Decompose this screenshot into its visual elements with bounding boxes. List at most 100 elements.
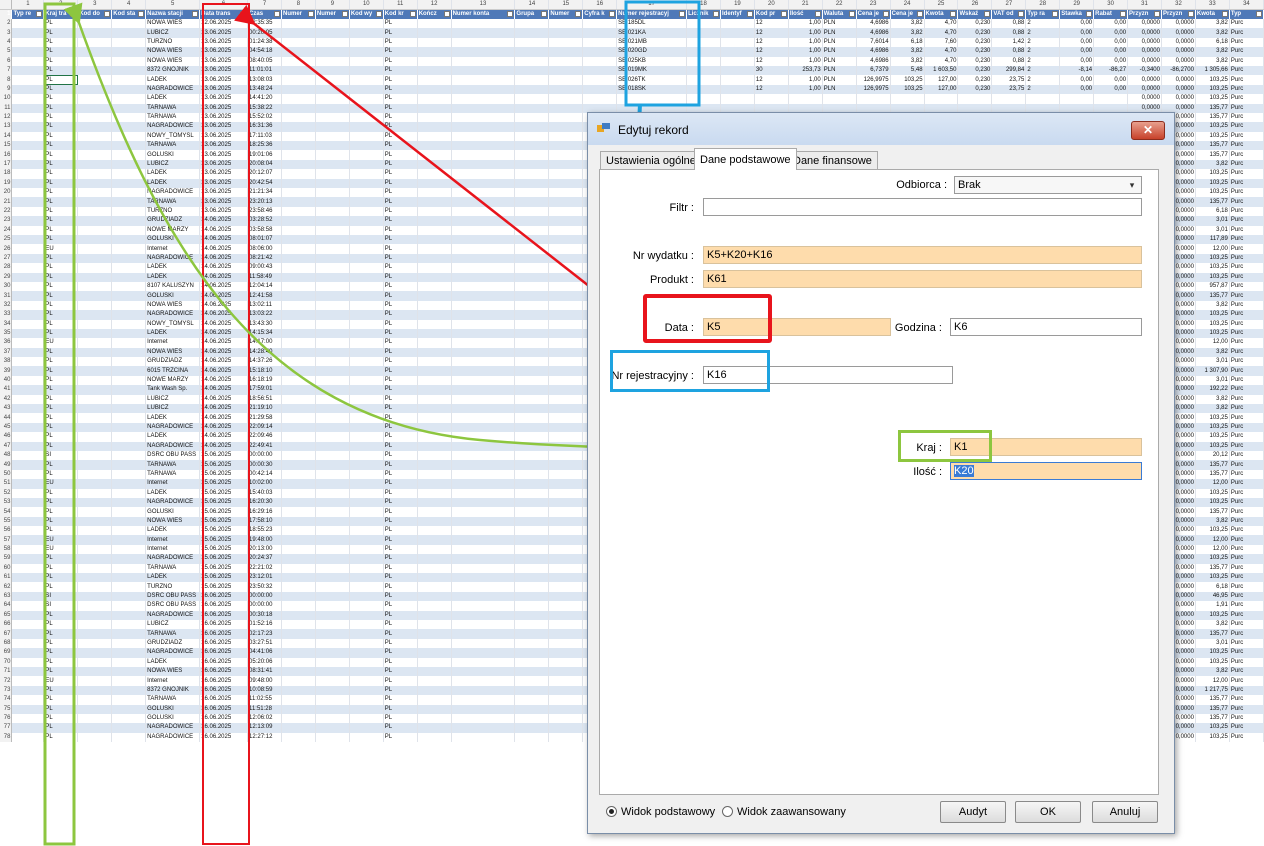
table-cell[interactable]	[77, 319, 113, 329]
table-cell[interactable]	[315, 84, 350, 95]
table-cell[interactable]: 13.06.2025	[199, 37, 249, 48]
table-cell[interactable]	[417, 620, 452, 630]
table-cell[interactable]	[281, 629, 316, 639]
table-cell[interactable]: PL	[43, 103, 79, 113]
table-cell[interactable]	[417, 723, 452, 733]
table-cell[interactable]: 12:41:58	[247, 291, 282, 301]
filter-dropdown-icon[interactable]	[984, 11, 991, 17]
table-cell[interactable]	[315, 582, 350, 592]
table-cell[interactable]	[349, 460, 384, 470]
table-cell[interactable]: PL	[383, 216, 418, 226]
table-cell[interactable]: 4,70	[924, 47, 959, 57]
table-cell[interactable]	[77, 28, 113, 38]
table-cell[interactable]	[281, 169, 316, 179]
table-cell[interactable]: 14.06.2025	[199, 422, 249, 433]
table-cell[interactable]	[315, 131, 350, 142]
table-cell[interactable]	[77, 432, 113, 442]
table-cell[interactable]: 0,00	[1059, 84, 1095, 95]
column-number[interactable]: 20	[754, 0, 789, 10]
table-cell[interactable]: 1,00	[788, 28, 823, 38]
table-cell[interactable]	[514, 535, 550, 545]
table-cell[interactable]	[582, 19, 618, 29]
table-cell[interactable]	[451, 526, 516, 536]
table-cell[interactable]	[514, 385, 550, 395]
table-cell[interactable]	[11, 253, 45, 264]
filter-dropdown-icon[interactable]	[70, 11, 77, 17]
table-cell[interactable]: 14.06.2025	[199, 300, 249, 311]
table-cell[interactable]: PL	[383, 648, 418, 658]
table-cell[interactable]: 5,48	[890, 65, 925, 76]
table-cell[interactable]	[417, 94, 452, 104]
table-cell[interactable]: 04:41:06	[247, 648, 282, 658]
table-cell[interactable]: 1 217,75	[1195, 685, 1230, 696]
table-cell[interactable]	[77, 37, 113, 48]
table-cell[interactable]	[11, 610, 45, 620]
table-cell[interactable]: 103,25	[1195, 488, 1230, 498]
table-cell[interactable]: 11:01:01	[247, 65, 282, 76]
table-cell[interactable]	[281, 131, 316, 142]
table-cell[interactable]: 0,00	[1059, 75, 1095, 85]
table-cell[interactable]: 4,6986	[856, 19, 891, 29]
table-cell[interactable]	[111, 544, 147, 555]
table-cell[interactable]: 0,230	[957, 84, 993, 95]
table-cell[interactable]: PL	[43, 131, 79, 142]
table-cell[interactable]: PL	[43, 150, 79, 160]
table-cell[interactable]	[349, 272, 384, 282]
table-cell[interactable]	[315, 591, 350, 602]
table-cell[interactable]	[514, 263, 550, 273]
table-cell[interactable]: PL	[43, 206, 79, 217]
table-cell[interactable]	[77, 591, 113, 602]
table-cell[interactable]: Purc	[1229, 310, 1264, 320]
table-cell[interactable]	[349, 516, 384, 527]
table-cell[interactable]	[349, 497, 384, 508]
table-cell[interactable]: NOWA WIES	[145, 300, 201, 311]
table-cell[interactable]: 13.06.2025	[199, 47, 249, 57]
table-cell[interactable]	[548, 704, 584, 714]
table-cell[interactable]	[349, 554, 384, 564]
table-cell[interactable]: 2	[1025, 56, 1061, 66]
table-cell[interactable]	[548, 178, 584, 189]
table-cell[interactable]	[451, 291, 516, 301]
table-cell[interactable]	[281, 225, 316, 235]
table-cell[interactable]: 103,25	[1195, 648, 1230, 658]
table-cell[interactable]: GOLUSKI	[145, 704, 201, 714]
table-cell[interactable]: EU	[43, 535, 79, 545]
table-cell[interactable]: Purc	[1229, 338, 1264, 348]
table-cell[interactable]	[417, 469, 452, 480]
data-input[interactable]: K5	[703, 318, 891, 336]
table-cell[interactable]: Purc	[1229, 573, 1264, 583]
table-cell[interactable]: 14:28:40	[247, 347, 282, 358]
table-cell[interactable]	[514, 291, 550, 301]
table-cell[interactable]	[548, 554, 584, 564]
table-cell[interactable]	[315, 488, 350, 498]
table-row[interactable]: 7 PL 8372 GNOJNIK 13.06.2025 11:01:01 PL SB 01…	[0, 65, 1264, 76]
column-header[interactable]: Przyzn	[1161, 9, 1196, 19]
column-header[interactable]: Data trans	[199, 9, 249, 19]
table-cell[interactable]	[417, 573, 452, 583]
table-cell[interactable]	[111, 375, 147, 386]
table-cell[interactable]: 22:09:46	[247, 432, 282, 442]
table-cell[interactable]: PL	[43, 169, 79, 179]
table-cell[interactable]	[451, 272, 516, 282]
table-cell[interactable]: PL	[43, 648, 79, 658]
table-cell[interactable]	[281, 253, 316, 264]
table-cell[interactable]	[417, 47, 452, 57]
table-cell[interactable]	[11, 488, 45, 498]
table-cell[interactable]: Purc	[1229, 385, 1264, 395]
table-cell[interactable]	[451, 338, 516, 348]
table-cell[interactable]: Purc	[1229, 723, 1264, 733]
table-cell[interactable]	[281, 695, 316, 705]
table-cell[interactable]: TARNAWA	[145, 469, 201, 480]
column-header[interactable]: Typ ra	[1025, 9, 1061, 19]
row-number[interactable]: 3	[0, 28, 13, 38]
table-cell[interactable]	[514, 178, 550, 189]
table-cell[interactable]	[315, 629, 350, 639]
table-cell[interactable]	[281, 638, 316, 649]
row-number[interactable]: 77	[0, 723, 13, 733]
table-cell[interactable]	[417, 676, 452, 686]
nr-wydatku-input[interactable]: K5+K20+K16	[703, 246, 1142, 264]
table-cell[interactable]: 13.06.2025	[199, 75, 249, 85]
table-cell[interactable]	[349, 432, 384, 442]
table-cell[interactable]: 0,88	[991, 56, 1027, 66]
table-cell[interactable]	[417, 206, 452, 217]
